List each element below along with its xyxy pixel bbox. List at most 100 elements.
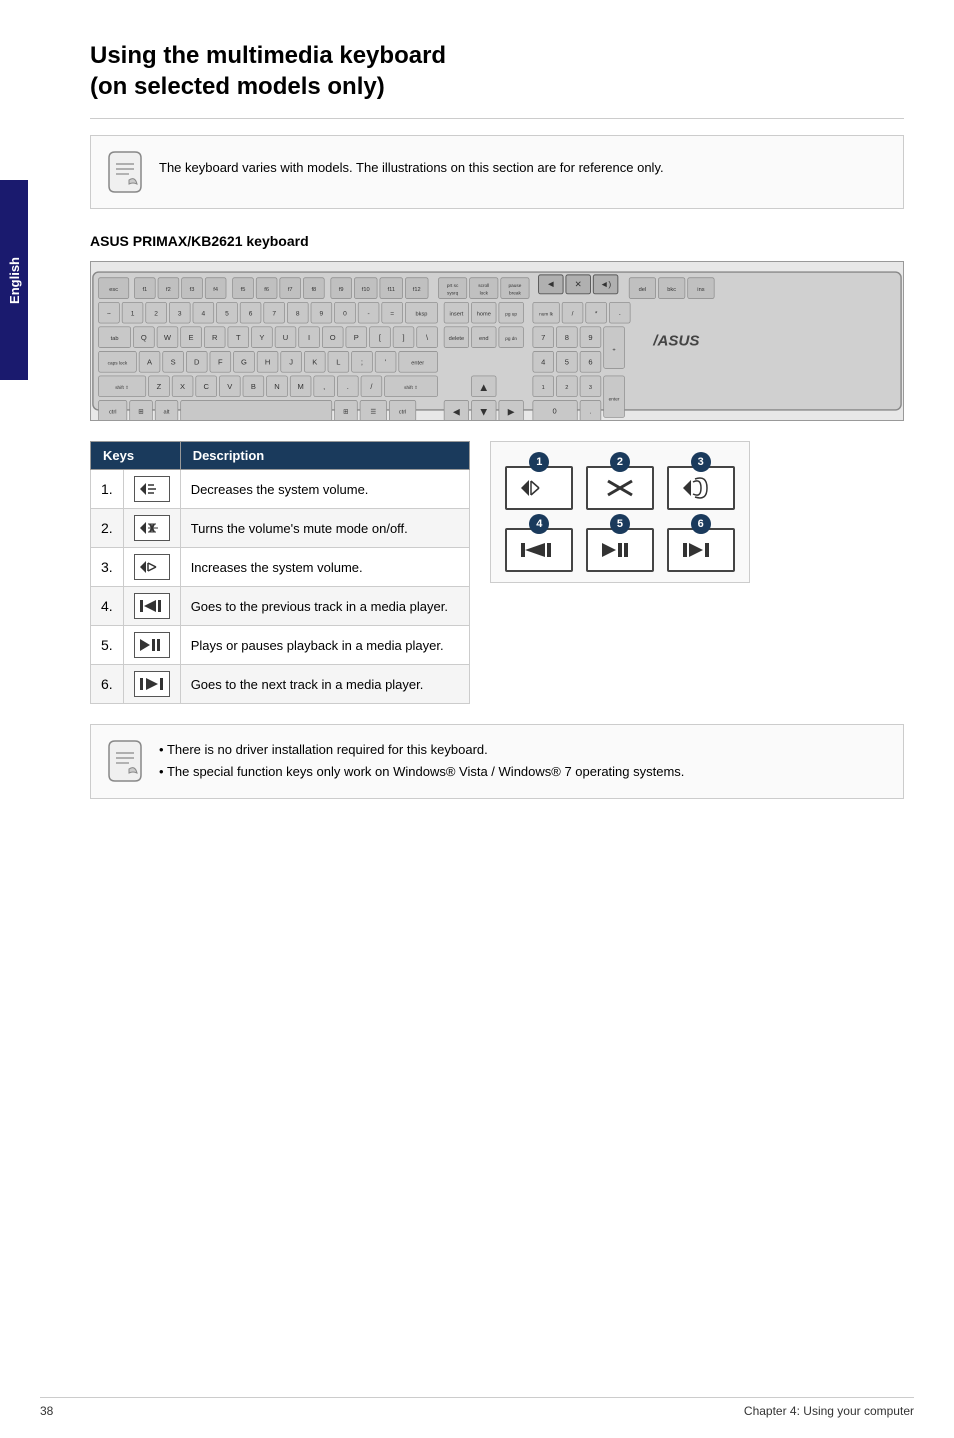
table-row: 5. Plays or pauses playback in a media p… (91, 626, 470, 665)
table-header-description: Description (180, 442, 469, 470)
svg-text:/ASUS: /ASUS (652, 333, 699, 350)
diagram-cell-number: 1 (529, 452, 549, 472)
top-note-text: The keyboard varies with models. The ill… (159, 150, 664, 178)
row-number: 3. (91, 548, 124, 587)
svg-text:f8: f8 (311, 287, 316, 293)
row-number: 6. (91, 665, 124, 704)
svg-text:f3: f3 (190, 287, 195, 293)
svg-text:8: 8 (565, 333, 569, 342)
svg-text:M: M (297, 383, 303, 392)
svg-text:◄): ◄) (600, 280, 611, 290)
svg-text:]: ] (402, 333, 404, 342)
row-description: Goes to the previous track in a media pl… (180, 587, 469, 626)
svg-text:lock: lock (480, 291, 489, 297)
svg-text:O: O (330, 333, 336, 342)
table-diagram-section: Keys Description 1. Decreases the system… (90, 441, 904, 704)
svg-text:☰: ☰ (370, 409, 376, 416)
key-icon-box (134, 515, 170, 541)
svg-text:enter: enter (609, 397, 620, 403)
svg-text:H: H (265, 358, 270, 367)
svg-text:G: G (241, 358, 247, 367)
svg-text:bkc: bkc (667, 287, 676, 293)
svg-text:Q: Q (141, 333, 147, 342)
svg-text:f6: f6 (264, 287, 269, 293)
key-icon-box (134, 554, 170, 580)
language-tab-label: English (7, 257, 22, 304)
diagram-cell-4: 4 (501, 514, 578, 572)
svg-text:⊞: ⊞ (343, 409, 349, 416)
svg-text:R: R (212, 333, 218, 342)
svg-text:ins: ins (697, 287, 704, 293)
diagram-cell-2: 2 (582, 452, 659, 510)
row-key-icon (123, 587, 180, 626)
svg-text:I: I (308, 333, 310, 342)
note-icon (107, 150, 143, 194)
svg-text:f1: f1 (142, 287, 147, 293)
svg-text:T: T (236, 333, 241, 342)
svg-text:esc: esc (109, 287, 118, 293)
svg-text:U: U (283, 333, 288, 342)
svg-text:S: S (171, 358, 176, 367)
svg-text:Z: Z (157, 383, 162, 392)
svg-text:C: C (203, 383, 209, 392)
svg-text:2: 2 (154, 311, 158, 318)
bottom-note-list: There is no driver installation required… (159, 739, 684, 783)
table-row: 3. Increases the system volume. (91, 548, 470, 587)
svg-text:f11: f11 (388, 287, 395, 293)
section-title: ASUS PRIMAX/KB2621 keyboard (90, 233, 904, 249)
svg-text:~: ~ (107, 311, 111, 318)
svg-text:f12: f12 (413, 287, 421, 293)
svg-text:F: F (218, 358, 223, 367)
svg-text:caps lock: caps lock (108, 361, 128, 367)
row-number: 4. (91, 587, 124, 626)
svg-text:▲: ▲ (478, 382, 489, 394)
top-note-box: The keyboard varies with models. The ill… (90, 135, 904, 209)
svg-text:✕: ✕ (575, 280, 582, 290)
svg-text:ctrl: ctrl (399, 410, 407, 416)
row-key-icon (123, 509, 180, 548)
diagram-row-bottom: 4 5 6 (501, 514, 739, 572)
svg-text:E: E (189, 333, 194, 342)
diagram-cell-number: 2 (610, 452, 630, 472)
svg-text:enter: enter (411, 361, 424, 367)
svg-text:9: 9 (588, 333, 592, 342)
svg-text:f7: f7 (288, 287, 293, 293)
table-row: 6. Goes to the next track in a media pla… (91, 665, 470, 704)
svg-text:break: break (509, 291, 521, 297)
svg-text:W: W (164, 333, 172, 342)
svg-text:f10: f10 (362, 287, 370, 293)
diagram-key-button (586, 466, 654, 510)
svg-text:end: end (479, 336, 488, 342)
svg-text:.: . (590, 409, 592, 416)
svg-text:2: 2 (565, 386, 568, 392)
svg-text:ctrl: ctrl (109, 410, 117, 416)
svg-text:f5: f5 (241, 287, 246, 293)
svg-text:delete: delete (449, 336, 464, 342)
row-key-icon (123, 470, 180, 509)
svg-text:pg up: pg up (505, 313, 517, 318)
svg-text:num lk: num lk (539, 312, 554, 318)
diagram-cell-number: 3 (691, 452, 711, 472)
svg-text:shift ⇧: shift ⇧ (115, 386, 129, 392)
svg-text:-: - (367, 311, 369, 318)
svg-text:◄: ◄ (546, 280, 555, 291)
row-description: Decreases the system volume. (180, 470, 469, 509)
diagram-cell-3: 3 (662, 452, 739, 510)
svg-text:1: 1 (542, 386, 545, 392)
svg-text:sysrq: sysrq (447, 291, 459, 297)
svg-text:f4: f4 (213, 287, 218, 293)
svg-text:bksp: bksp (415, 312, 427, 318)
key-icon-box (134, 671, 170, 697)
svg-text:f9: f9 (339, 287, 344, 293)
diagram-cell-number: 4 (529, 514, 549, 534)
diagram-cell-5: 5 (582, 514, 659, 572)
diagram-cell-number: 6 (691, 514, 711, 534)
svg-text:7: 7 (272, 311, 276, 318)
svg-text:/: / (572, 311, 574, 318)
page-footer: 38 Chapter 4: Using your computer (40, 1397, 914, 1418)
svg-text:6: 6 (588, 358, 592, 367)
table-header-keys: Keys (91, 442, 181, 470)
language-tab: English (0, 180, 28, 380)
key-icon-box (134, 632, 170, 658)
diagram-key-button (667, 528, 735, 572)
